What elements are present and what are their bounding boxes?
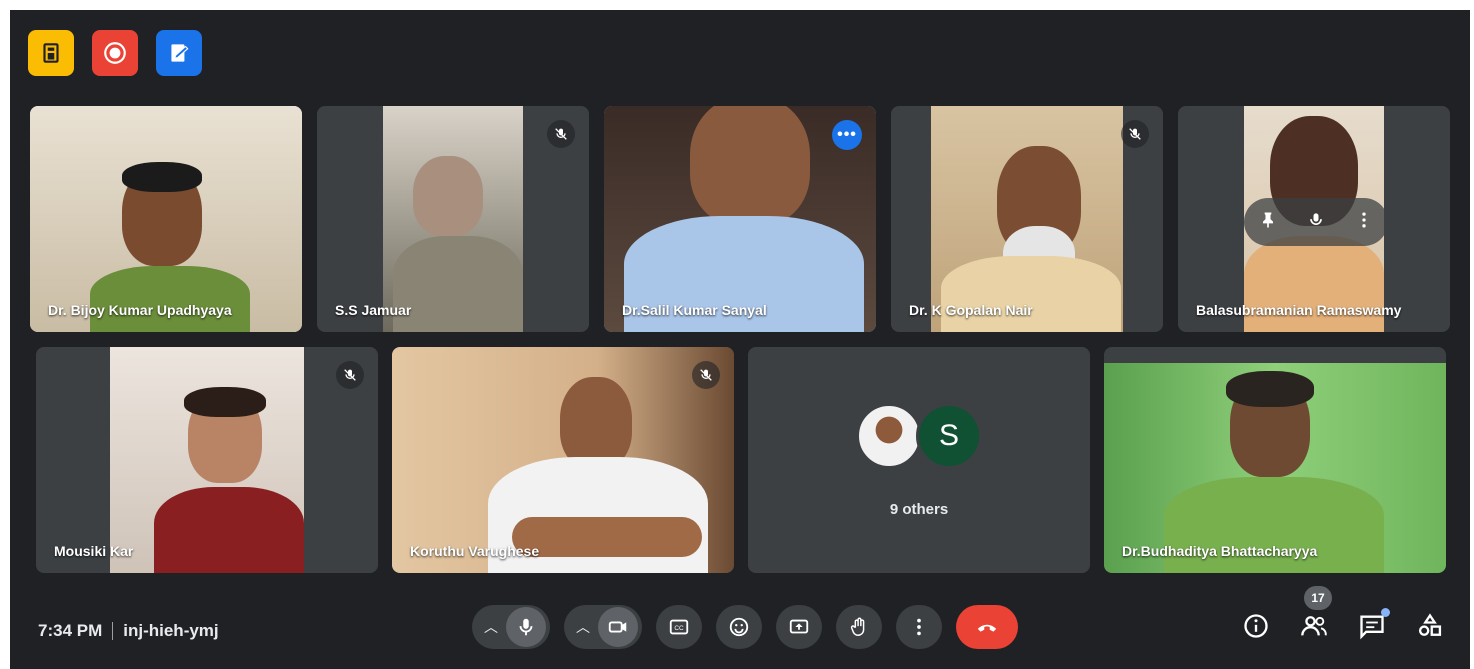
call-controls: ︿ ︿ CC (472, 605, 1018, 649)
more-options-icon[interactable] (896, 605, 942, 649)
chat-icon[interactable] (1358, 608, 1390, 640)
separator (112, 622, 114, 640)
participant-video (931, 106, 1123, 332)
raise-hand-icon[interactable] (836, 605, 882, 649)
more-options-badge[interactable]: ••• (832, 120, 862, 150)
participant-name: Balasubramanian Ramaswamy (1196, 302, 1402, 318)
participant-video (30, 106, 302, 332)
chevron-up-icon[interactable]: ︿ (576, 617, 590, 637)
right-controls: 17 (1242, 586, 1444, 640)
tile-hover-controls (1244, 198, 1388, 246)
meeting-info: 7:34 PM inj-hieh-ymj (38, 621, 219, 641)
mic-control[interactable]: ︿ (472, 605, 550, 649)
hang-up-icon[interactable] (956, 605, 1018, 649)
participant-name: Dr. Bijoy Kumar Upadhyaya (48, 302, 232, 318)
avatar (856, 403, 922, 469)
participant-name: Dr. K Gopalan Nair (909, 302, 1033, 318)
participant-video (383, 106, 523, 332)
more-vert-icon[interactable] (1354, 210, 1374, 235)
camera-icon[interactable] (598, 607, 638, 647)
present-icon[interactable] (776, 605, 822, 649)
participant-name: Koruthu Varughese (410, 543, 540, 559)
mic-icon[interactable] (506, 607, 546, 647)
pin-icon[interactable] (1258, 210, 1278, 235)
bottom-control-bar: 7:34 PM inj-hieh-ymj ︿ ︿ CC 17 (10, 586, 1470, 660)
participant-count-badge: 17 (1304, 586, 1332, 610)
avatar: S (916, 403, 982, 469)
participant-name: Dr.Salil Kumar Sanyal (622, 302, 767, 318)
meet-stage: Dr. Bijoy Kumar Upadhyaya S.S Jamuar •••… (10, 10, 1470, 669)
participant-name: Dr.Budhaditya Bhattacharyya (1122, 543, 1318, 559)
emoji-icon[interactable] (716, 605, 762, 649)
captions-icon[interactable]: CC (656, 605, 702, 649)
meeting-time: 7:34 PM (38, 621, 103, 640)
participant-tile-active-speaker[interactable]: ••• Dr.Salil Kumar Sanyal (604, 106, 876, 332)
participant-tile[interactable]: Mousiki Kar (36, 347, 378, 573)
muted-mic-icon (692, 361, 720, 389)
others-tile[interactable]: S 9 others (748, 347, 1090, 573)
top-icon-bar (28, 30, 202, 76)
people-icon[interactable]: 17 (1300, 586, 1332, 640)
participant-name: Mousiki Kar (54, 543, 134, 559)
muted-mic-icon (336, 361, 364, 389)
others-avatars: S (856, 403, 982, 469)
participant-name: S.S Jamuar (335, 302, 412, 318)
meeting-details-icon[interactable] (28, 30, 74, 76)
camera-control[interactable]: ︿ (564, 605, 642, 649)
mute-icon[interactable] (1306, 210, 1326, 235)
activities-icon[interactable] (1416, 612, 1444, 640)
meeting-code: inj-hieh-ymj (123, 621, 219, 640)
participant-tile[interactable]: Balasubramanian Ramaswamy (1178, 106, 1450, 332)
recording-icon[interactable] (92, 30, 138, 76)
muted-mic-icon (547, 120, 575, 148)
whiteboard-icon[interactable] (156, 30, 202, 76)
participant-video (392, 347, 734, 573)
muted-mic-icon (1121, 120, 1149, 148)
participant-tile[interactable]: Koruthu Varughese (392, 347, 734, 573)
participant-tile[interactable]: Dr. K Gopalan Nair (891, 106, 1163, 332)
participant-tile[interactable]: Dr.Budhaditya Bhattacharyya (1104, 347, 1446, 573)
participant-video (110, 347, 304, 573)
participant-tile[interactable]: S.S Jamuar (317, 106, 589, 332)
others-count-label: 9 others (889, 501, 949, 518)
chat-notification-dot (1381, 608, 1390, 617)
svg-text:CC: CC (674, 625, 684, 632)
participant-video (1104, 347, 1446, 573)
participant-tile[interactable]: Dr. Bijoy Kumar Upadhyaya (30, 106, 302, 332)
chevron-up-icon[interactable]: ︿ (484, 617, 498, 637)
info-icon[interactable] (1242, 612, 1270, 640)
